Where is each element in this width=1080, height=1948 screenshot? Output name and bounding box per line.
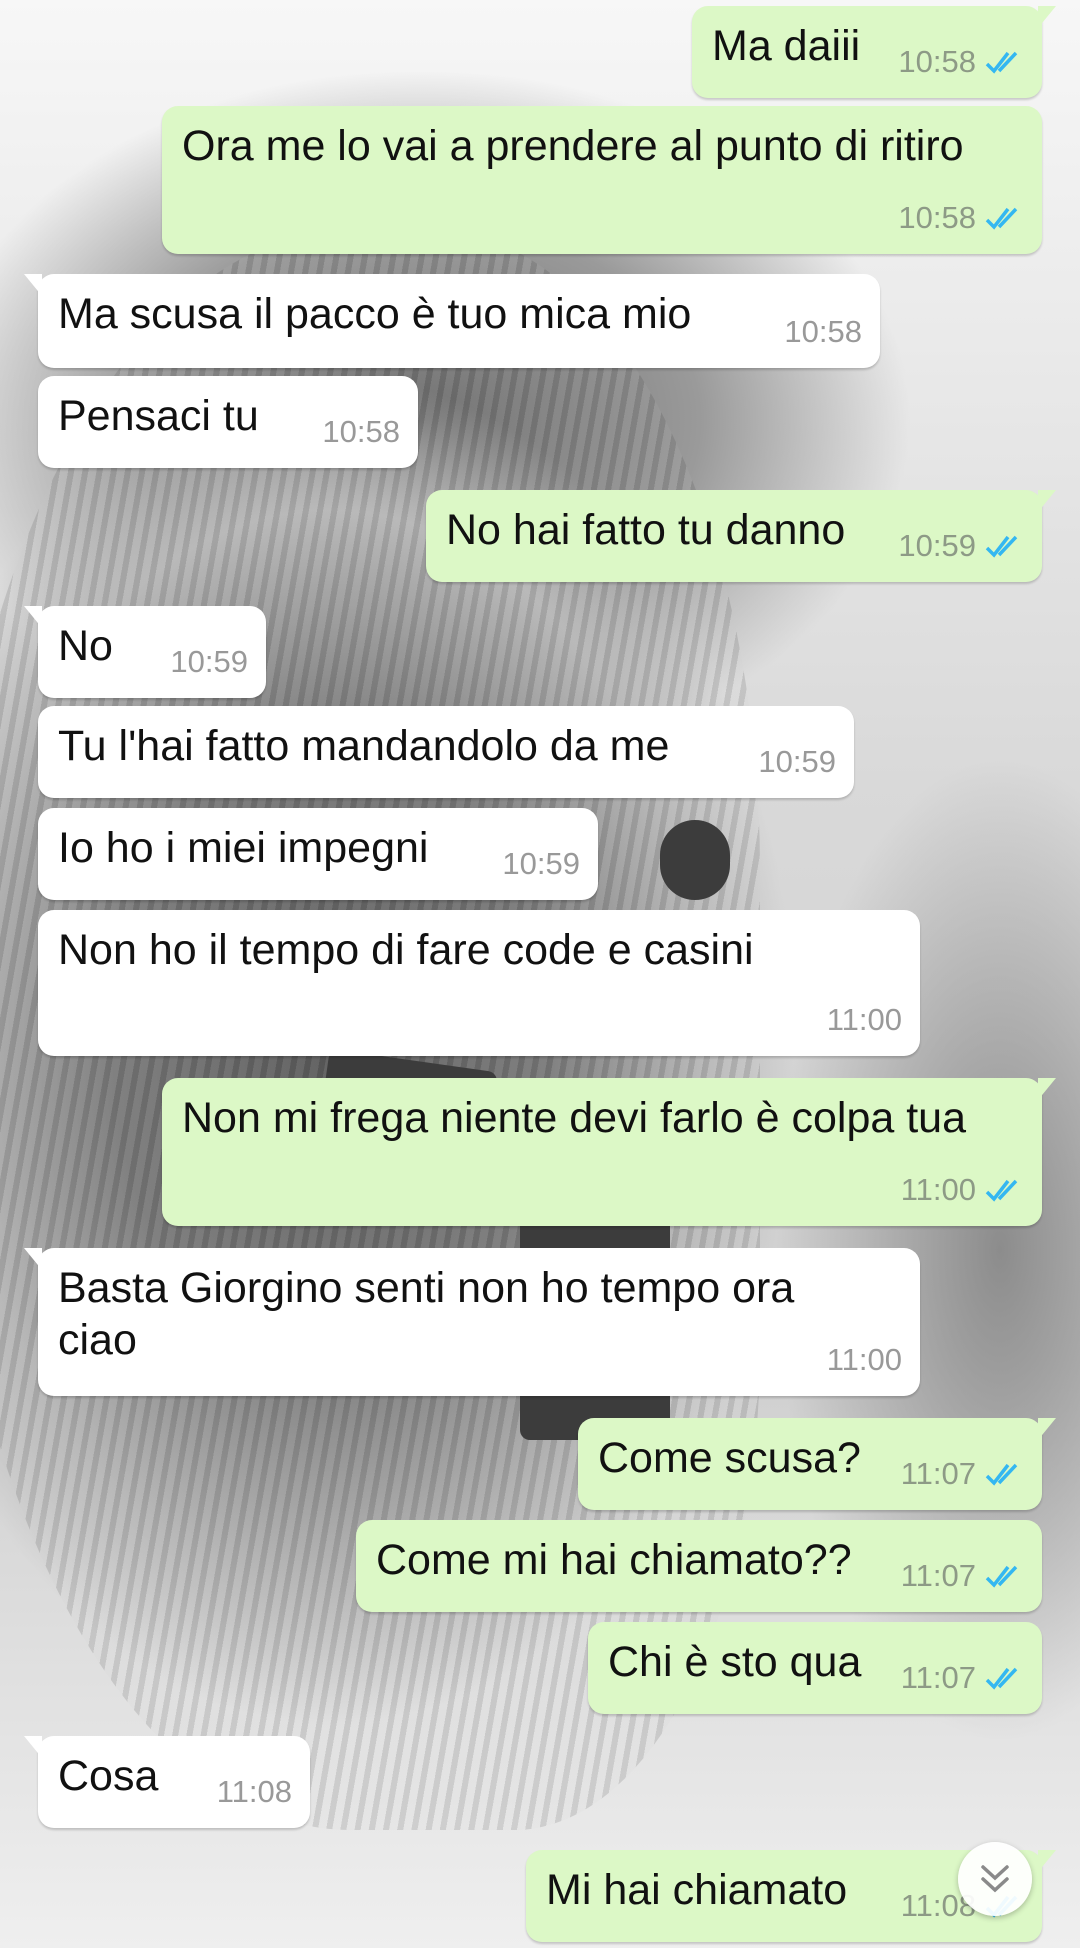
message-meta: 10:59 — [758, 736, 836, 788]
message-bubble-incoming[interactable]: Cosa 11:08 — [24, 1736, 310, 1828]
message-meta: 10:58 — [898, 36, 1024, 88]
message-bubble-incoming[interactable]: Basta Giorgino senti non ho tempo ora ci… — [24, 1248, 920, 1396]
message-bubble-outgoing[interactable]: Non mi frega niente devi farlo è colpa t… — [162, 1078, 1056, 1226]
message-meta: 11:00 — [827, 994, 902, 1046]
message-meta: 10:59 — [898, 520, 1024, 572]
message-text: Basta Giorgino senti non ho tempo ora ci… — [58, 1264, 795, 1364]
wallpaper-puzzle-piece — [660, 820, 730, 900]
message-meta: 11:07 — [901, 1652, 1024, 1704]
message-bubble-incoming[interactable]: No 10:59 — [24, 606, 266, 698]
read-ticks-icon — [985, 1179, 1018, 1202]
message-time: 10:59 — [502, 846, 580, 881]
message-bubble-incoming[interactable]: Io ho i miei impegni 10:59 — [38, 808, 598, 900]
message-time: 10:59 — [758, 744, 836, 779]
message-meta: 11:00 — [901, 1164, 1024, 1216]
message-bubble-outgoing[interactable]: Ora me lo vai a prendere al punto di rit… — [162, 106, 1042, 254]
message-text: Tu l'hai fatto mandandolo da me — [58, 722, 670, 770]
message-text: Non mi frega niente devi farlo è colpa t… — [182, 1094, 967, 1142]
message-bubble-incoming[interactable]: Tu l'hai fatto mandandolo da me 10:59 — [38, 706, 854, 798]
message-time: 11:07 — [900, 1456, 976, 1491]
read-ticks-icon — [985, 1565, 1018, 1588]
message-text: Non ho il tempo di fare code e casini — [58, 926, 754, 974]
message-time: 10:58 — [322, 414, 400, 449]
read-ticks-icon — [985, 1667, 1018, 1690]
message-meta: 10:59 — [502, 838, 580, 890]
message-bubble-incoming[interactable]: Non ho il tempo di fare code e casini 11… — [38, 910, 920, 1056]
message-bubble-incoming[interactable]: Ma scusa il pacco è tuo mica mio 10:58 — [24, 274, 880, 368]
message-text: Ma scusa il pacco è tuo mica mio — [58, 290, 692, 338]
message-text: Io ho i miei impegni — [58, 824, 429, 872]
message-text: Ora me lo vai a prendere al punto di rit… — [182, 122, 964, 170]
message-time: 11:00 — [826, 1342, 902, 1377]
message-meta: 10:58 — [898, 192, 1024, 244]
message-bubble-outgoing[interactable]: No hai fatto tu danno 10:59 — [426, 490, 1056, 582]
message-time: 11:00 — [900, 1172, 976, 1207]
read-ticks-icon — [985, 207, 1018, 230]
message-meta: 11:08 — [217, 1766, 292, 1818]
message-bubble-outgoing[interactable]: Chi è sto qua 11:07 — [588, 1622, 1042, 1714]
message-time: 10:58 — [784, 314, 862, 349]
read-ticks-icon — [985, 535, 1018, 558]
message-time: 10:59 — [170, 644, 248, 679]
message-time: 11:07 — [900, 1660, 976, 1695]
message-meta: 10:58 — [784, 306, 862, 358]
read-ticks-icon — [985, 51, 1018, 74]
message-bubble-incoming[interactable]: Pensaci tu 10:58 — [38, 376, 418, 468]
message-time: 11:08 — [216, 1774, 292, 1809]
message-time: 11:00 — [826, 1002, 902, 1037]
message-meta: 11:00 — [827, 1334, 902, 1386]
message-time: 10:58 — [898, 200, 976, 235]
message-meta: 11:07 — [901, 1448, 1024, 1500]
message-time: 11:07 — [900, 1558, 976, 1593]
message-bubble-outgoing[interactable]: Ma daiii 10:58 — [692, 6, 1056, 98]
message-bubble-outgoing[interactable]: Come scusa? 11:07 — [578, 1418, 1056, 1510]
message-meta: 10:59 — [170, 636, 248, 688]
scroll-to-bottom-button[interactable] — [958, 1842, 1032, 1916]
message-meta: 11:07 — [901, 1550, 1024, 1602]
message-time: 10:58 — [898, 44, 976, 79]
double-chevron-down-icon — [981, 1865, 1009, 1893]
read-ticks-icon — [985, 1463, 1018, 1486]
message-bubble-outgoing[interactable]: Come mi hai chiamato?? 11:07 — [356, 1520, 1042, 1612]
message-time: 10:59 — [898, 528, 976, 563]
message-meta: 10:58 — [322, 406, 400, 458]
